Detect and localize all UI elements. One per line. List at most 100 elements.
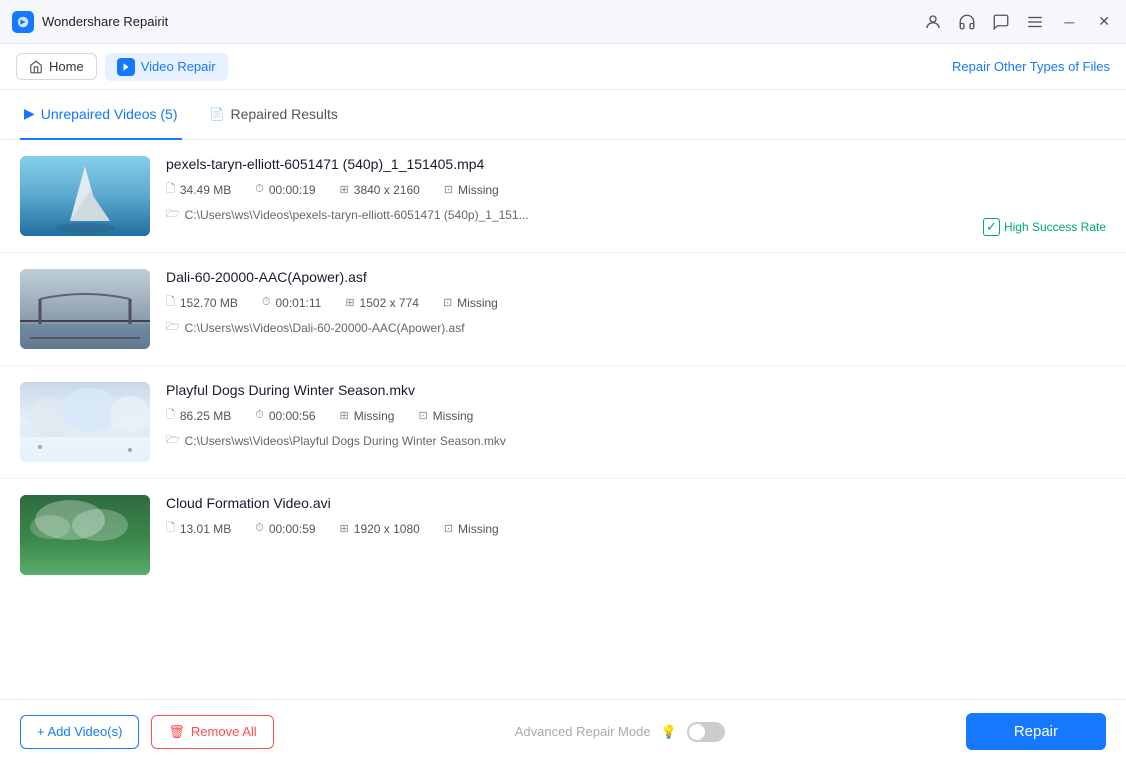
app-title: Wondershare Repairit [42, 14, 168, 29]
video-item-right: ✓ High Success Rate [966, 156, 1106, 236]
meta-codec: ⊡ Missing [443, 296, 498, 310]
video-meta: 🗋 152.70 MB ⏱ 00:01:11 ⊞ 1502 x 774 ⊡ Mi… [166, 293, 950, 312]
trash-icon: 🗑 [168, 724, 185, 740]
meta-size: 🗋 152.70 MB [166, 293, 238, 312]
tab-unrepaired-icon: ▶ [24, 105, 35, 122]
video-path: 🗁 C:\Users\ws\Videos\pexels-taryn-elliot… [166, 205, 950, 224]
video-item: Playful Dogs During Winter Season.mkv 🗋 … [0, 366, 1126, 479]
video-item-right [966, 269, 1106, 349]
codec-icon: ⊡ [444, 183, 453, 196]
meta-resolution: ⊞ 1502 x 774 [345, 296, 419, 310]
bottombar-left: + Add Video(s) 🗑 Remove All [20, 715, 274, 749]
video-list: pexels-taryn-elliott-6051471 (540p)_1_15… [0, 140, 1126, 699]
titlebar-left: Wondershare Repairit [12, 11, 168, 33]
tab-repaired-label: Repaired Results [230, 106, 337, 122]
clock-icon: ⏱ [262, 296, 271, 309]
toggle-knob [689, 724, 705, 740]
minimize-button[interactable]: ─ [1060, 12, 1078, 32]
meta-codec: ⊡ Missing [444, 522, 499, 536]
info-icon: 💡 [661, 724, 677, 740]
navbar-left: Home Video Repair [16, 53, 228, 81]
video-item: Cloud Formation Video.avi 🗋 13.01 MB ⏱ 0… [0, 479, 1126, 591]
codec-icon: ⊡ [443, 296, 452, 309]
video-name: pexels-taryn-elliott-6051471 (540p)_1_15… [166, 156, 950, 172]
meta-resolution: ⊞ 3840 x 2160 [340, 183, 420, 197]
video-thumbnail [20, 382, 150, 462]
chat-icon[interactable] [992, 13, 1010, 31]
file-icon: 🗋 [166, 180, 175, 199]
home-icon [29, 60, 43, 74]
navbar: Home Video Repair Repair Other Types of … [0, 44, 1126, 90]
remove-all-button[interactable]: 🗑 Remove All [151, 715, 273, 749]
video-item-right [966, 495, 1106, 575]
meta-codec: ⊡ Missing [418, 409, 473, 423]
folder-icon: 🗁 [166, 431, 180, 450]
headphone-icon[interactable] [958, 13, 976, 31]
tab-repaired[interactable]: 📄 Repaired Results [206, 90, 342, 140]
advanced-repair-section: Advanced Repair Mode 💡 [515, 722, 725, 742]
menu-icon[interactable] [1026, 13, 1044, 31]
file-icon: 🗋 [166, 406, 175, 425]
codec-icon: ⊡ [444, 522, 453, 535]
video-item: Dali-60-20000-AAC(Apower).asf 🗋 152.70 M… [0, 253, 1126, 366]
clock-icon: ⏱ [255, 522, 264, 535]
main-content: ▶ Unrepaired Videos (5) 📄 Repaired Resul… [0, 90, 1126, 699]
video-thumbnail [20, 495, 150, 575]
check-icon: ✓ [983, 218, 1000, 236]
video-name: Cloud Formation Video.avi [166, 495, 950, 511]
video-info: Playful Dogs During Winter Season.mkv 🗋 … [166, 382, 950, 450]
tab-unrepaired-label: Unrepaired Videos (5) [41, 106, 178, 122]
tabs-bar: ▶ Unrepaired Videos (5) 📄 Repaired Resul… [0, 90, 1126, 140]
video-item-right [966, 382, 1106, 462]
bottombar: + Add Video(s) 🗑 Remove All Advanced Rep… [0, 699, 1126, 763]
meta-duration: ⏱ 00:01:11 [262, 296, 321, 310]
titlebar-controls: ─ ✕ [924, 11, 1114, 32]
video-thumbnail [20, 269, 150, 349]
clock-icon: ⏱ [255, 409, 264, 422]
success-badge: ✓ High Success Rate [983, 218, 1106, 236]
file-icon: 🗋 [166, 293, 175, 312]
close-button[interactable]: ✕ [1094, 11, 1114, 32]
repair-button[interactable]: Repair [966, 713, 1106, 750]
video-info: Dali-60-20000-AAC(Apower).asf 🗋 152.70 M… [166, 269, 950, 337]
meta-size: 🗋 13.01 MB [166, 519, 231, 538]
video-item: pexels-taryn-elliott-6051471 (540p)_1_15… [0, 140, 1126, 253]
video-meta: 🗋 34.49 MB ⏱ 00:00:19 ⊞ 3840 x 2160 ⊡ Mi… [166, 180, 950, 199]
video-repair-icon [117, 58, 135, 76]
titlebar: Wondershare Repairit ─ ✕ [0, 0, 1126, 44]
codec-icon: ⊡ [418, 409, 427, 422]
video-meta: 🗋 86.25 MB ⏱ 00:00:56 ⊞ Missing ⊡ Missin… [166, 406, 950, 425]
home-nav-button[interactable]: Home [16, 53, 97, 80]
home-label: Home [49, 59, 84, 74]
tab-repaired-icon: 📄 [210, 107, 225, 121]
video-info: pexels-taryn-elliott-6051471 (540p)_1_15… [166, 156, 950, 224]
advanced-repair-label: Advanced Repair Mode [515, 724, 651, 739]
meta-duration: ⏱ 00:00:56 [255, 409, 315, 423]
meta-duration: ⏱ 00:00:19 [255, 183, 315, 197]
resolution-icon: ⊞ [340, 522, 349, 535]
meta-resolution: ⊞ Missing [340, 409, 395, 423]
video-meta: 🗋 13.01 MB ⏱ 00:00:59 ⊞ 1920 x 1080 ⊡ Mi… [166, 519, 950, 538]
meta-duration: ⏱ 00:00:59 [255, 522, 315, 536]
meta-codec: ⊡ Missing [444, 183, 499, 197]
video-repair-label: Video Repair [141, 59, 216, 74]
file-icon: 🗋 [166, 519, 175, 538]
tab-unrepaired[interactable]: ▶ Unrepaired Videos (5) [20, 90, 182, 140]
meta-size: 🗋 86.25 MB [166, 406, 231, 425]
clock-icon: ⏱ [255, 183, 264, 196]
remove-all-label: Remove All [191, 724, 257, 739]
folder-icon: 🗁 [166, 318, 180, 337]
resolution-icon: ⊞ [345, 296, 354, 309]
video-name: Dali-60-20000-AAC(Apower).asf [166, 269, 950, 285]
add-video-button[interactable]: + Add Video(s) [20, 715, 139, 749]
meta-size: 🗋 34.49 MB [166, 180, 231, 199]
resolution-icon: ⊞ [340, 183, 349, 196]
resolution-icon: ⊞ [340, 409, 349, 422]
app-icon [12, 11, 34, 33]
video-repair-nav-button[interactable]: Video Repair [105, 53, 228, 81]
advanced-repair-toggle[interactable] [687, 722, 725, 742]
repair-other-link[interactable]: Repair Other Types of Files [952, 59, 1110, 74]
video-name: Playful Dogs During Winter Season.mkv [166, 382, 950, 398]
user-icon[interactable] [924, 13, 942, 31]
meta-resolution: ⊞ 1920 x 1080 [340, 522, 420, 536]
